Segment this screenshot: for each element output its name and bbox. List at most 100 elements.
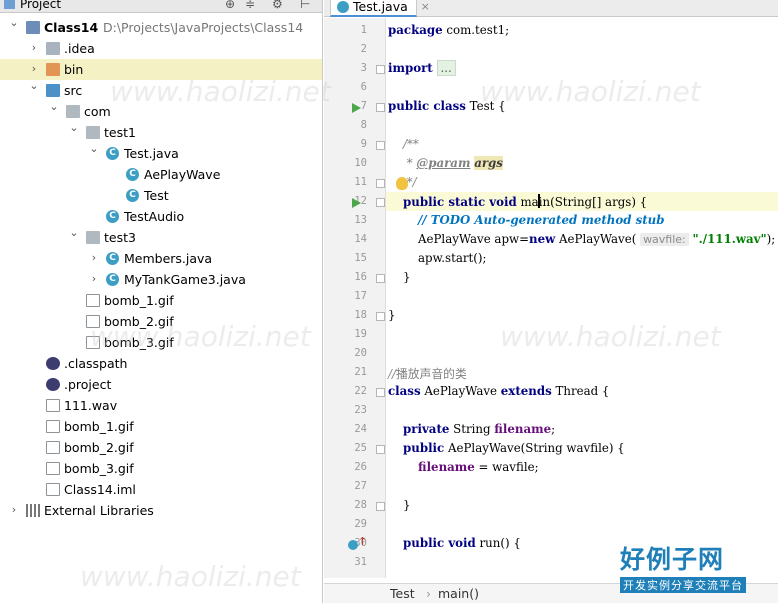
- overrides-method-icon[interactable]: [348, 540, 358, 550]
- chevron-down-icon[interactable]: ⌄: [68, 121, 80, 134]
- eclipse-icon: [46, 378, 60, 391]
- tree-item[interactable]: bomb_3.gif: [0, 332, 322, 353]
- project-panel-header: Project ⊕ ≑ ⚙ ⊢: [0, 0, 322, 13]
- breadcrumb-method[interactable]: main(): [438, 586, 479, 601]
- tree-item[interactable]: bomb_2.gif: [0, 437, 322, 458]
- tree-item[interactable]: Class14.iml: [0, 479, 322, 500]
- line-number: 31: [354, 556, 367, 568]
- tree-item[interactable]: 111.wav: [0, 395, 322, 416]
- code-line[interactable]: class AePlayWave extends Thread {: [388, 384, 609, 398]
- line-number: 21: [354, 366, 367, 378]
- code-line[interactable]: public void run() {: [388, 536, 521, 550]
- tree-item[interactable]: bomb_3.gif: [0, 458, 322, 479]
- tree-item[interactable]: .classpath: [0, 353, 322, 374]
- tree-item-label: test3: [104, 230, 136, 245]
- code-line[interactable]: }: [388, 498, 411, 512]
- tree-item[interactable]: C Test: [0, 185, 322, 206]
- tab-test-java[interactable]: Test.java ×: [330, 0, 430, 17]
- project-panel-title[interactable]: Project: [20, 0, 61, 11]
- chevron-down-icon[interactable]: ⌄: [8, 16, 20, 29]
- run-method-icon[interactable]: [352, 198, 361, 208]
- code-area[interactable]: package com.test1; import ... public class…: [386, 18, 778, 578]
- line-number: 11: [354, 176, 367, 188]
- tree-item[interactable]: bomb_1.gif: [0, 290, 322, 311]
- run-class-icon[interactable]: [352, 103, 361, 113]
- tree-item[interactable]: ⌄ com: [0, 100, 322, 122]
- class-icon: C: [106, 147, 119, 160]
- fold-marker-icon[interactable]: [376, 502, 385, 511]
- tree-item[interactable]: bomb_2.gif: [0, 311, 322, 332]
- tree-item[interactable]: .project: [0, 374, 322, 395]
- tree-item[interactable]: › bin: [0, 59, 322, 80]
- fold-marker-icon[interactable]: [376, 141, 385, 150]
- fold-marker-icon[interactable]: [376, 65, 385, 74]
- code-line[interactable]: */: [388, 175, 417, 189]
- tree-item-label: TestAudio: [124, 209, 185, 224]
- tree-item-label: .idea: [64, 41, 95, 56]
- chevron-right-icon[interactable]: ›: [88, 251, 100, 264]
- tree-item-label: bomb_3.gif: [104, 335, 174, 350]
- line-number: 9: [360, 138, 367, 150]
- chevron-down-icon[interactable]: ⌄: [68, 226, 80, 239]
- fold-marker-icon[interactable]: [376, 103, 385, 112]
- code-line[interactable]: package com.test1;: [388, 23, 509, 37]
- collapse-icon[interactable]: ≑: [245, 0, 255, 11]
- tree-item[interactable]: C AePlayWave: [0, 164, 322, 185]
- code-line[interactable]: public AePlayWave(String wavfile) {: [388, 441, 625, 455]
- code-line[interactable]: // TODO Auto-generated method stub: [388, 213, 665, 227]
- tree-item[interactable]: C TestAudio: [0, 206, 322, 227]
- code-line[interactable]: /**: [388, 137, 419, 151]
- editor-gutter[interactable]: 1 2 3 6 7 8 9 10 11 12 13 14 15 16 17 18 19 20 21 22 23 24 25 2…: [324, 18, 408, 578]
- package-icon: [66, 105, 80, 118]
- tree-item-label: .classpath: [64, 356, 128, 371]
- chevron-right-icon[interactable]: ›: [8, 503, 20, 516]
- line-number: 22: [354, 385, 367, 397]
- line-number: 20: [354, 347, 367, 359]
- chevron-down-icon[interactable]: ⌄: [28, 79, 40, 92]
- override-arrow-icon[interactable]: ↑: [358, 535, 367, 548]
- eclipse-icon: [46, 357, 60, 370]
- breadcrumb-class[interactable]: Test: [390, 586, 415, 601]
- breadcrumb-separator: ›: [426, 586, 431, 601]
- tree-item[interactable]: bomb_1.gif: [0, 416, 322, 437]
- tree-item[interactable]: ⌄ Class14 D:\Projects\JavaProjects\Class14: [0, 16, 322, 38]
- file-icon: [86, 294, 100, 307]
- tree-item[interactable]: › C Members.java: [0, 248, 322, 269]
- line-number: 3: [360, 62, 367, 74]
- chevron-right-icon[interactable]: ›: [88, 272, 100, 285]
- chevron-right-icon[interactable]: ›: [28, 41, 40, 54]
- code-line[interactable]: }: [388, 308, 396, 322]
- code-line[interactable]: apw.start();: [388, 251, 486, 265]
- tree-item[interactable]: ⌄ test3: [0, 226, 322, 248]
- code-line[interactable]: AePlayWave apw=new AePlayWave( wavfile: …: [388, 232, 775, 246]
- code-line[interactable]: filename = wavfile;: [388, 460, 539, 474]
- close-icon[interactable]: ×: [421, 0, 430, 15]
- fold-marker-icon[interactable]: [376, 388, 385, 397]
- file-icon: [46, 420, 60, 433]
- tree-item[interactable]: ⌄ C Test.java: [0, 142, 322, 164]
- sync-icon[interactable]: ⊕: [225, 0, 235, 11]
- code-line[interactable]: }: [388, 270, 411, 284]
- chevron-right-icon[interactable]: ›: [28, 62, 40, 75]
- gear-icon[interactable]: ⚙: [272, 0, 283, 11]
- file-icon: [86, 315, 100, 328]
- code-line[interactable]: public class Test {: [388, 99, 506, 113]
- code-line[interactable]: import ...: [388, 60, 456, 76]
- code-line[interactable]: private String filename;: [388, 422, 555, 436]
- chevron-down-icon[interactable]: ⌄: [48, 100, 60, 113]
- hide-panel-icon[interactable]: ⊢: [300, 0, 310, 11]
- fold-marker-icon[interactable]: [376, 198, 385, 207]
- fold-marker-icon[interactable]: [376, 312, 385, 321]
- code-line[interactable]: //播放声音的类: [388, 365, 467, 382]
- fold-marker-icon[interactable]: [376, 274, 385, 283]
- fold-marker-icon[interactable]: [376, 179, 385, 188]
- tree-item[interactable]: ⌄ src: [0, 79, 322, 101]
- tree-item[interactable]: › .idea: [0, 38, 322, 59]
- chevron-down-icon[interactable]: ⌄: [88, 142, 100, 155]
- fold-marker-icon[interactable]: [376, 445, 385, 454]
- tree-item[interactable]: ⌄ test1: [0, 121, 322, 143]
- code-line[interactable]: public static void main(String[] args) {: [388, 194, 647, 209]
- code-line[interactable]: * @param args: [388, 156, 503, 170]
- tree-item[interactable]: › External Libraries: [0, 500, 322, 521]
- tree-item[interactable]: › C MyTankGame3.java: [0, 269, 322, 290]
